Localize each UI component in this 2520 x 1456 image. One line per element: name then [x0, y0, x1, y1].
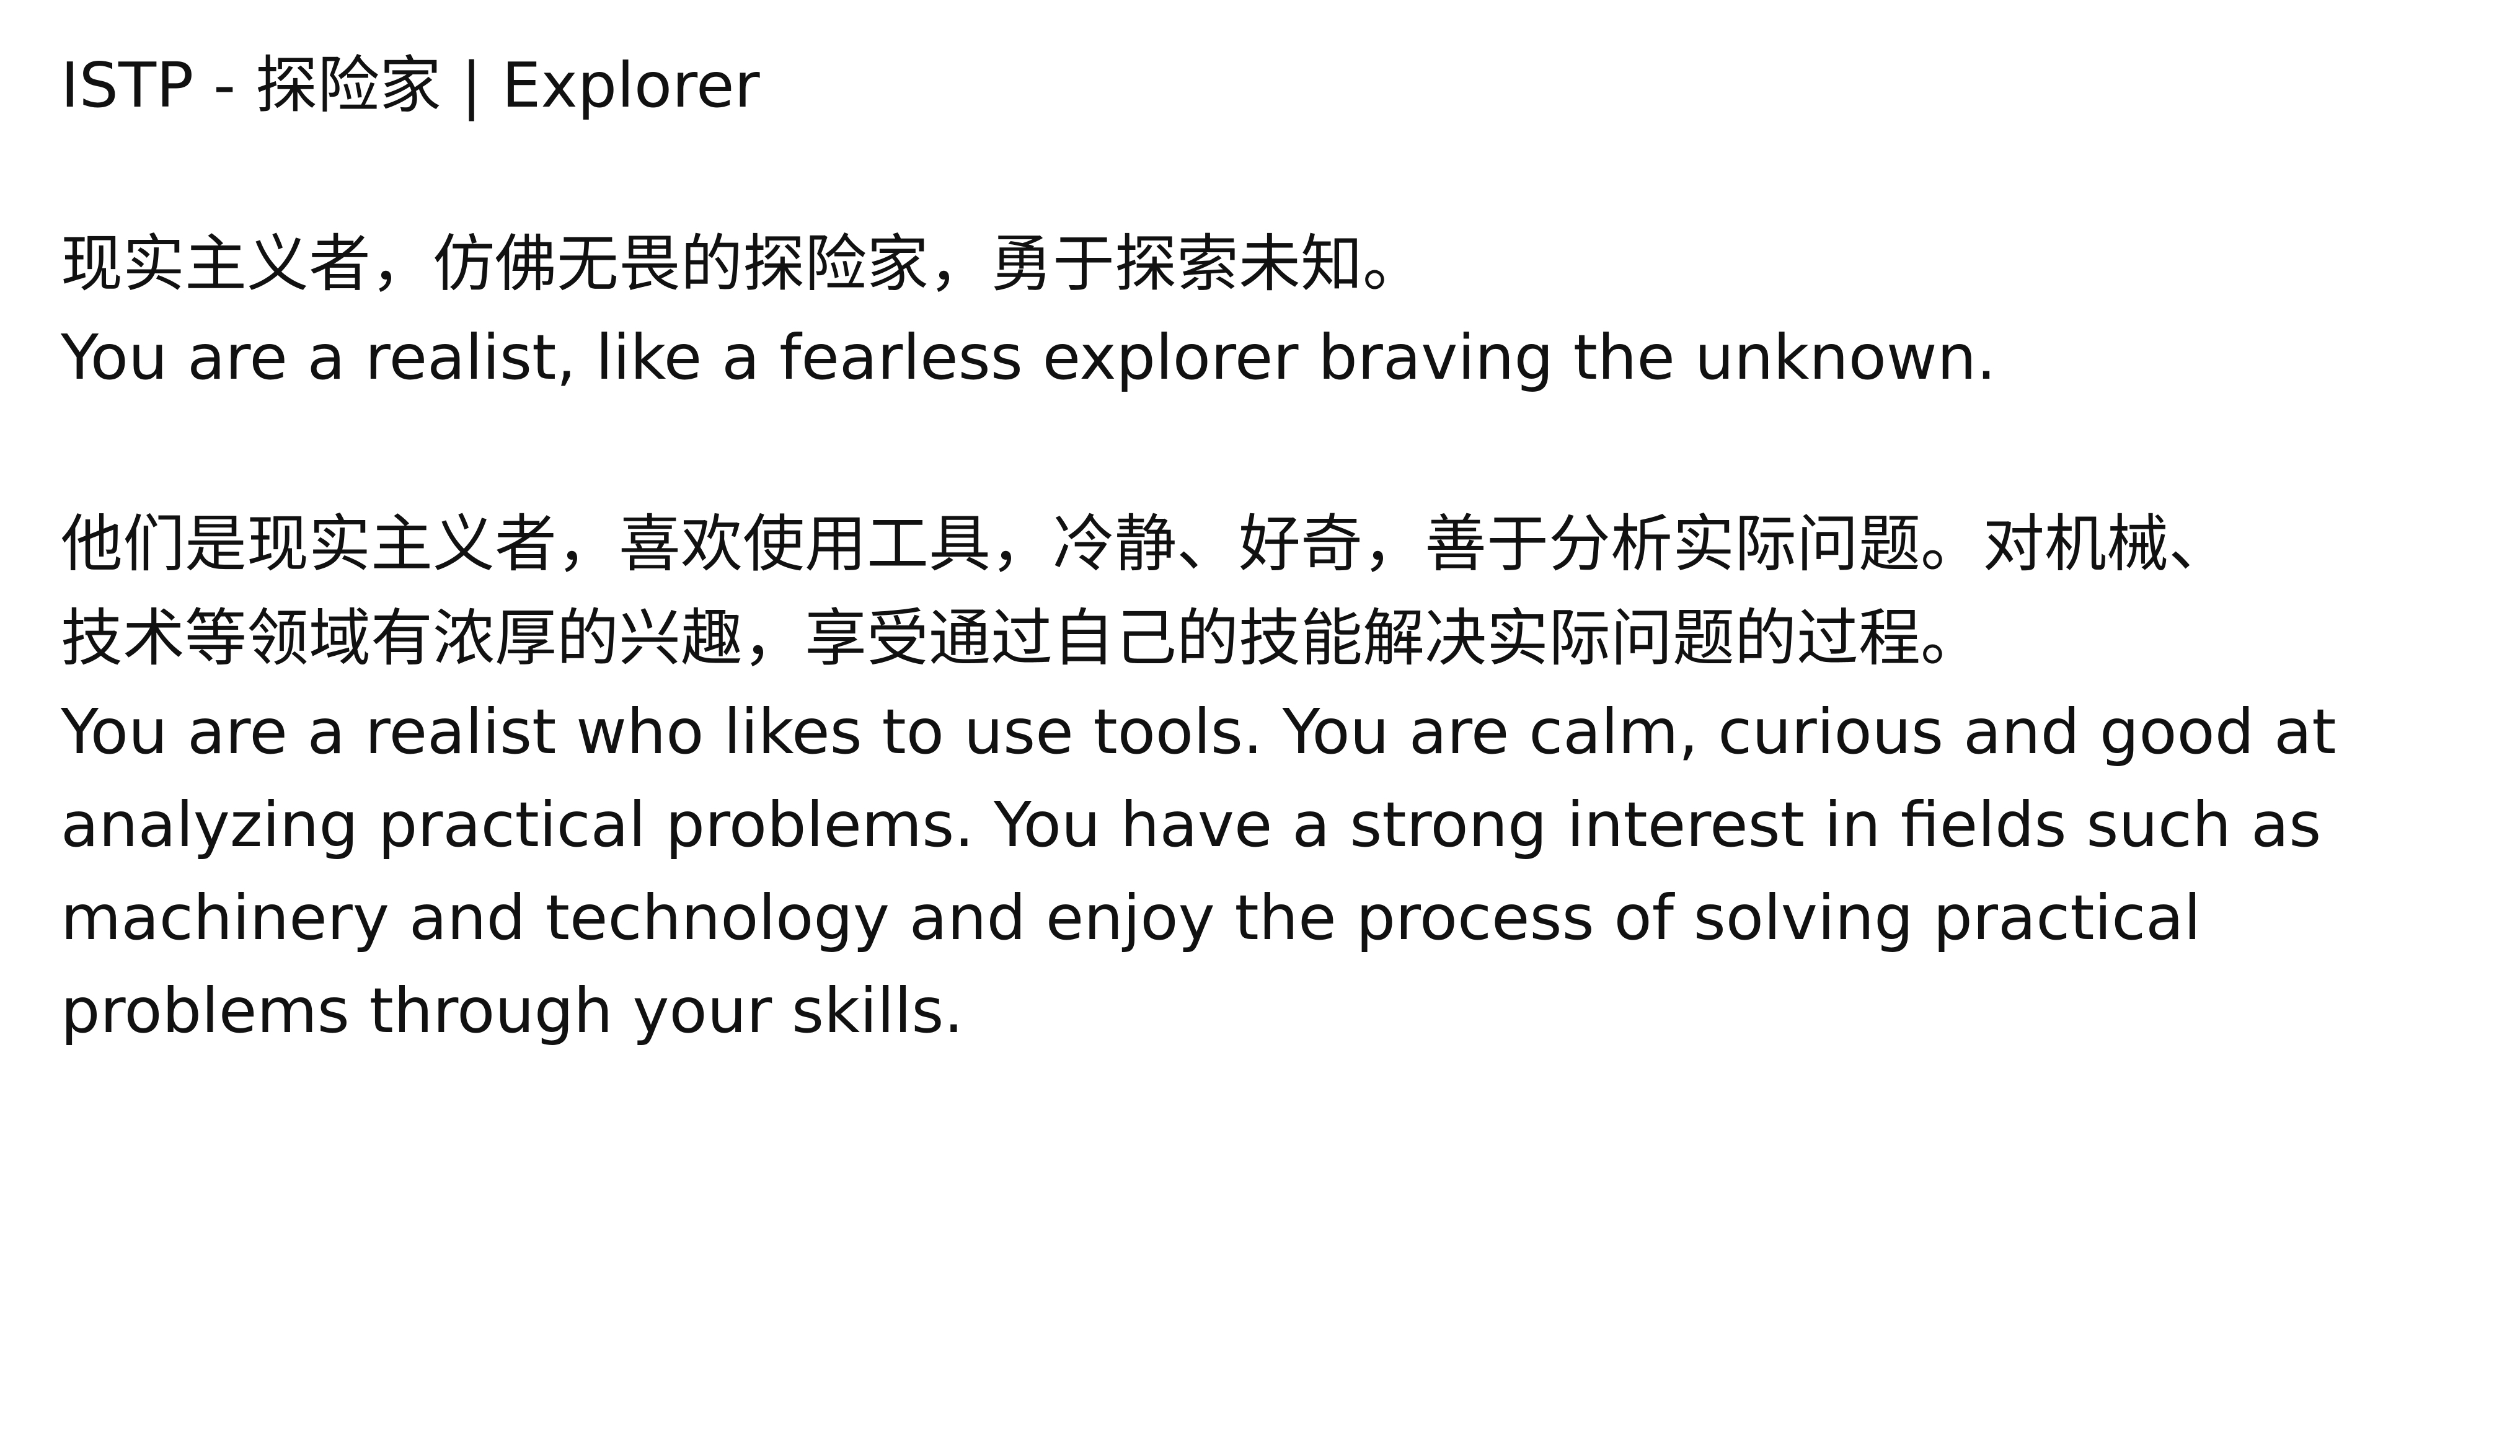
description-english-line: problems through your skills.: [61, 974, 964, 1047]
intro-chinese-text: 现实主义者，仿佛无畏的探险家，勇于探索未知。: [61, 227, 1425, 300]
description-section: 他们是现实主义者，喜欢使用工具，冷静、好奇，善于分析实际问题。对机械、 技术等领…: [61, 497, 2478, 1057]
description-english-line: You are a realist who likes to use tools…: [61, 695, 2337, 768]
description-chinese-line: 技术等领域有浓厚的兴趣，享受通过自己的技能解决实际问题的过程。: [61, 602, 1983, 674]
document: ISTP - 探险家 | Explorer 现实主义者，仿佛无畏的探险家，勇于探…: [61, 46, 2478, 1057]
description-english-line: analyzing practical problems. You have a…: [61, 788, 2322, 861]
intro-english-text: You are a realist, like a fearless explo…: [61, 321, 1996, 394]
description-chinese-line: 他们是现实主义者，喜欢使用工具，冷静、好奇，善于分析实际问题。对机械、: [61, 508, 2230, 580]
description-english-line: machinery and technology and enjoy the p…: [61, 881, 2201, 954]
intro-section: 现实主义者，仿佛无畏的探险家，勇于探索未知。 You are a realist…: [61, 217, 2478, 404]
page-title: ISTP - 探险家 | Explorer: [61, 49, 760, 121]
